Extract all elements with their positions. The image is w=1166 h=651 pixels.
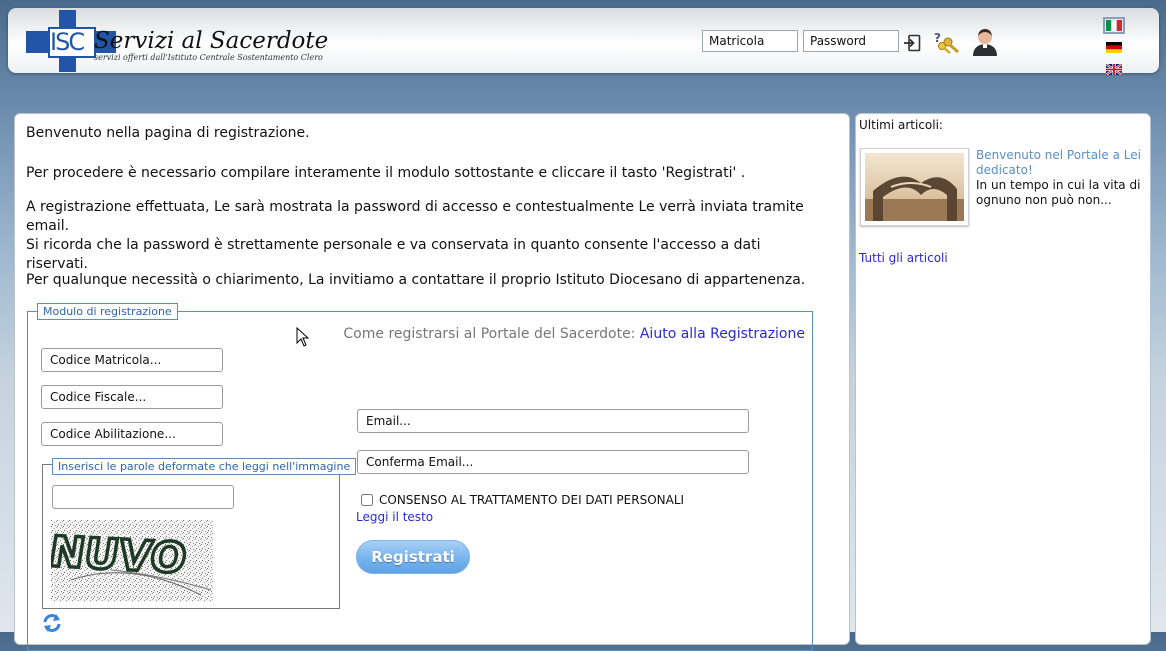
site-header: ISC Servizi al Sacerdote servizi offerti… — [8, 8, 1159, 75]
captcha-section: Inserisci le parole deformate che leggi … — [42, 458, 357, 609]
registration-help-line: Come registrarsi al Portale del Sacerdot… — [343, 326, 805, 342]
registration-help-link[interactable]: Aiuto alla Registrazione — [640, 326, 805, 342]
article-title-link[interactable]: Benvenuto nel Portale a Lei dedicato! — [976, 148, 1146, 178]
main-content-panel: Benvenuto nella pagina di registrazione.… — [14, 113, 850, 651]
registration-info-line-2: Si ricorda che la password è strettament… — [26, 237, 761, 272]
logo-title: Servizi al Sacerdote — [94, 28, 329, 54]
register-button[interactable]: Registrati — [356, 540, 470, 574]
all-articles-link[interactable]: Tutti gli articoli — [859, 251, 948, 265]
flag-uk-icon[interactable] — [1106, 64, 1122, 75]
consent-row: CONSENSO AL TRATTAMENTO DEI DATI PERSONA… — [361, 493, 684, 507]
login-password-input[interactable] — [803, 30, 899, 52]
captcha-word: NUVO — [51, 527, 190, 583]
consent-checkbox[interactable] — [361, 494, 373, 506]
registration-info-line-1: A registrazione effettuata, Le sarà most… — [26, 199, 804, 234]
read-privacy-text-link[interactable]: Leggi il testo — [356, 510, 433, 524]
help-keys-icon[interactable]: ? — [932, 30, 960, 54]
registration-form: Modulo di registrazione Come registrarsi… — [27, 303, 813, 651]
logo-subtitle: servizi offerti dall'Istituto Centrale S… — [94, 53, 323, 62]
latest-articles-title: Ultimi articoli: — [859, 118, 943, 132]
registration-help-prefix: Come registrarsi al Portale del Sacerdot… — [343, 326, 636, 342]
login-icon[interactable] — [903, 34, 921, 52]
instructions-text: Per procedere è necessario compilare int… — [26, 165, 746, 181]
codice-abilitazione-input[interactable] — [41, 422, 223, 446]
registration-info: A registrazione effettuata, Le sarà most… — [26, 198, 826, 274]
registration-form-legend: Modulo di registrazione — [37, 303, 178, 320]
user-priest-icon[interactable] — [970, 26, 1000, 56]
codice-matricola-input[interactable] — [41, 348, 223, 372]
latest-articles-sidebar: Ultimi articoli: Benvenuto nel Portale a… — [855, 113, 1151, 645]
welcome-text: Benvenuto nella pagina di registrazione. — [26, 125, 310, 141]
mouse-cursor-icon — [296, 327, 310, 347]
captcha-legend: Inserisci le parole deformate che leggi … — [52, 458, 357, 475]
captcha-image: NUVO — [51, 520, 213, 602]
codice-fiscale-input[interactable] — [41, 385, 223, 409]
email-input[interactable] — [357, 409, 749, 433]
logo-letters: ISC — [50, 28, 85, 56]
captcha-input[interactable] — [52, 485, 234, 509]
flag-germany-icon[interactable] — [1106, 42, 1122, 53]
consent-label: CONSENSO AL TRATTAMENTO DEI DATI PERSONA… — [379, 493, 685, 507]
contact-text: Per qualunque necessità o chiarimento, L… — [26, 272, 806, 288]
site-logo[interactable]: ISC Servizi al Sacerdote servizi offerti… — [26, 10, 346, 72]
login-matricola-input[interactable] — [702, 30, 798, 52]
confirm-email-input[interactable] — [357, 450, 749, 474]
article-summary: In un tempo in cui la vita di ognuno non… — [976, 178, 1141, 207]
refresh-captcha-icon[interactable] — [41, 612, 63, 634]
article-thumbnail-image[interactable] — [860, 148, 969, 226]
flag-italy-icon[interactable] — [1103, 17, 1125, 34]
